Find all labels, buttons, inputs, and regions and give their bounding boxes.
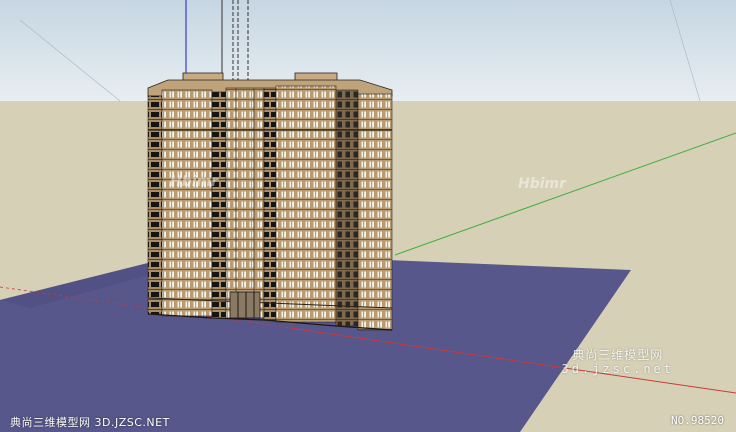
residential-tower-model[interactable] bbox=[147, 72, 393, 331]
faint-watermark-logo: Hbimr bbox=[170, 174, 219, 190]
watermark: 典尚三维模型网 3d.jzsc.net bbox=[562, 348, 674, 376]
watermark-line1: 典尚三维模型网 bbox=[572, 348, 664, 362]
watermark-line2: 3d.jzsc.net bbox=[561, 362, 674, 376]
tower-left-balconies bbox=[211, 91, 227, 319]
tower-core bbox=[225, 87, 265, 319]
footer-model-number: NO.98520 bbox=[671, 414, 724, 427]
tower-left-dark bbox=[147, 95, 163, 315]
tower-right-balconies bbox=[263, 87, 277, 321]
entrance-canopy bbox=[229, 291, 261, 319]
3d-viewport[interactable]: Hbimr Hbimr 典尚三维模型网 3d.jzsc.net 典尚三维模型网 … bbox=[0, 0, 736, 432]
faint-watermark-logo: Hbimr bbox=[518, 176, 567, 192]
tower-right-facade bbox=[275, 85, 337, 323]
tower-left-facade bbox=[161, 89, 213, 317]
footer-site-label: 典尚三维模型网 3D.JZSC.NET bbox=[10, 416, 170, 429]
tower-right-side bbox=[335, 89, 359, 327]
